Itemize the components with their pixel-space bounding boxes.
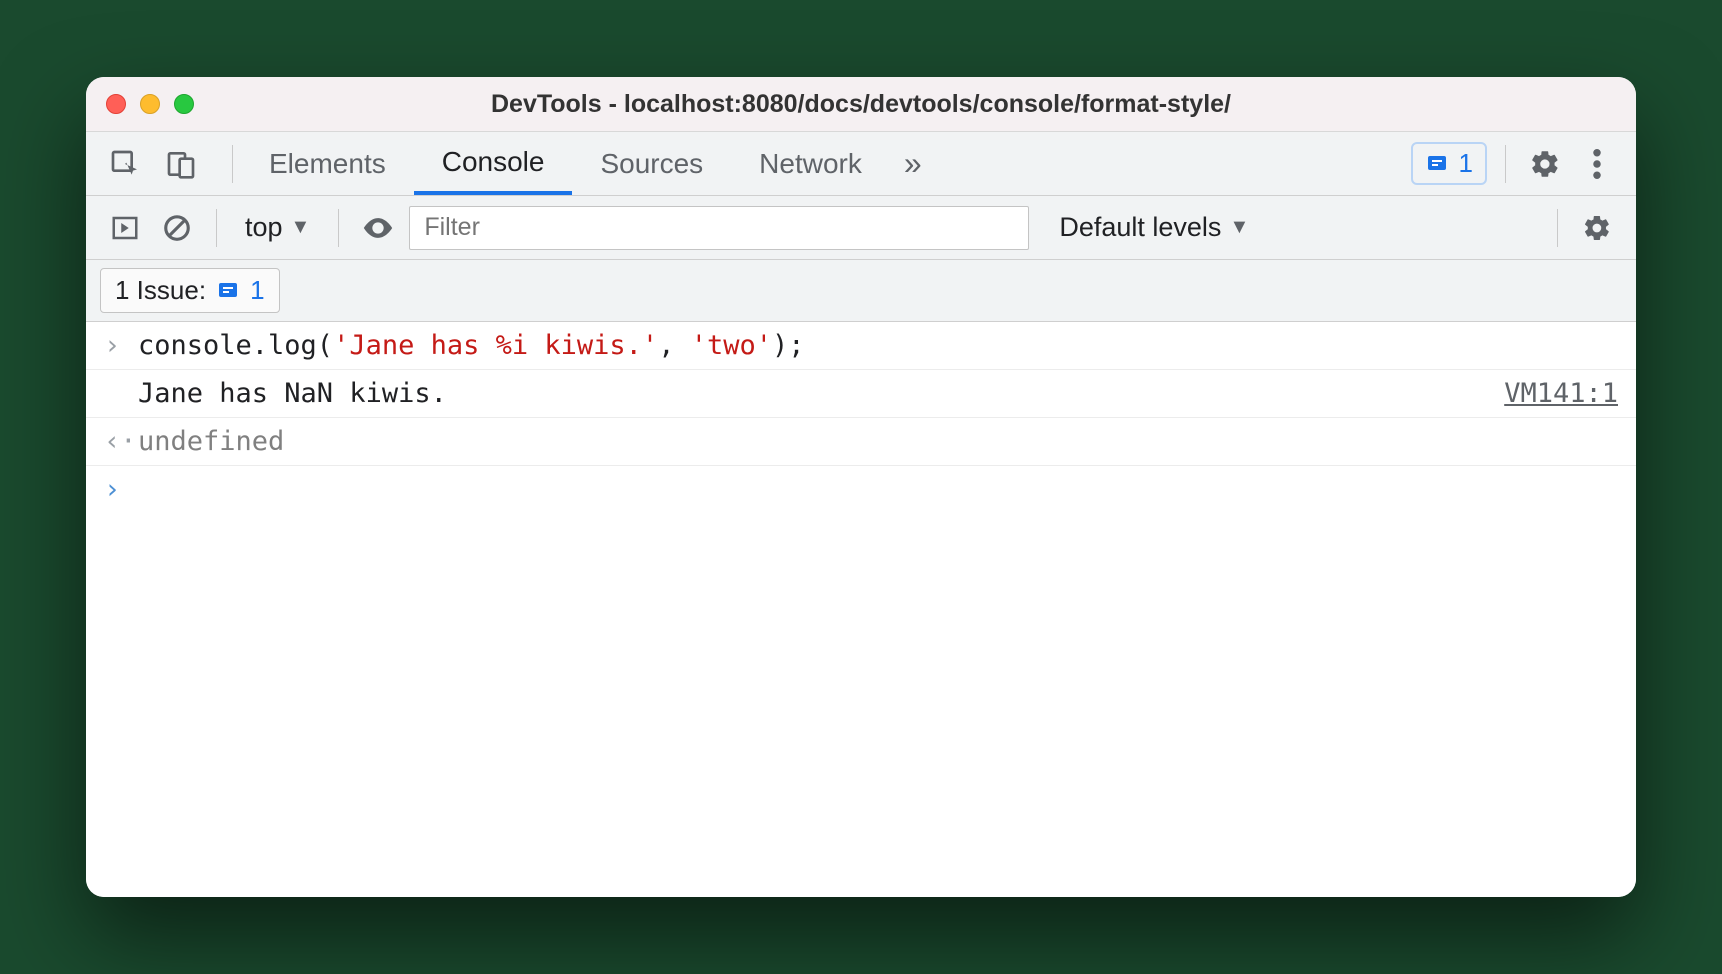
eye-icon	[361, 211, 395, 245]
clear-console-button[interactable]	[156, 207, 198, 249]
more-menu-button[interactable]	[1576, 143, 1618, 185]
separator	[232, 145, 233, 183]
chevron-double-right-icon: »	[904, 145, 922, 182]
live-expression-button[interactable]	[357, 207, 399, 249]
console-return-row: ‹· undefined	[86, 418, 1636, 466]
device-toolbar-icon[interactable]	[160, 143, 202, 185]
tab-sources[interactable]: Sources	[572, 132, 731, 195]
separator	[216, 209, 217, 247]
window-title: DevTools - localhost:8080/docs/devtools/…	[86, 90, 1636, 119]
main-tabbar: Elements Console Sources Network » 1	[86, 132, 1636, 196]
toggle-sidebar-button[interactable]	[104, 207, 146, 249]
input-chevron-icon: ›	[104, 330, 138, 361]
tab-elements[interactable]: Elements	[241, 132, 414, 195]
prompt-chevron-icon: ›	[104, 474, 138, 505]
console-prompt-input[interactable]	[138, 474, 1618, 505]
log-levels-select[interactable]: Default levels ▼	[1059, 212, 1249, 243]
console-settings-button[interactable]	[1576, 207, 1618, 249]
inspect-element-icon[interactable]	[104, 143, 146, 185]
console-toolbar: top ▼ Default levels ▼	[86, 196, 1636, 260]
issues-chip[interactable]: 1 Issue: 1	[100, 268, 280, 313]
tabs-overflow-button[interactable]: »	[890, 132, 936, 195]
issues-chip-count: 1	[250, 275, 264, 306]
settings-button[interactable]	[1524, 143, 1566, 185]
separator	[1557, 209, 1558, 247]
gear-icon	[1582, 213, 1612, 243]
separator	[1505, 145, 1506, 183]
log-gutter	[104, 378, 138, 409]
console-log-row: Jane has NaN kiwis. VM141:1	[86, 370, 1636, 418]
execution-context-select[interactable]: top ▼	[235, 212, 320, 243]
titlebar: DevTools - localhost:8080/docs/devtools/…	[86, 77, 1636, 132]
issues-icon	[216, 279, 240, 303]
chevron-down-icon: ▼	[1229, 216, 1249, 239]
console-prompt-row[interactable]: ›	[86, 466, 1636, 513]
gear-icon	[1529, 148, 1561, 180]
inspect-tools	[104, 132, 224, 195]
levels-label: Default levels	[1059, 212, 1221, 243]
console-output: › console.log('Jane has %i kiwis.', 'two…	[86, 322, 1636, 897]
kebab-icon	[1593, 149, 1601, 179]
issues-chip-label: 1 Issue:	[115, 275, 206, 306]
devtools-window: DevTools - localhost:8080/docs/devtools/…	[86, 77, 1636, 897]
sidebar-icon	[110, 213, 140, 243]
console-log-text: Jane has NaN kiwis.	[138, 378, 1504, 409]
issues-count: 1	[1459, 148, 1473, 179]
tab-network[interactable]: Network	[731, 132, 890, 195]
filter-input[interactable]	[409, 206, 1029, 250]
clear-icon	[162, 213, 192, 243]
tabs: Elements Console Sources Network	[241, 132, 890, 195]
issues-indicator[interactable]: 1	[1411, 142, 1487, 185]
tab-console[interactable]: Console	[414, 132, 573, 195]
issues-bar: 1 Issue: 1	[86, 260, 1636, 322]
console-input-row: › console.log('Jane has %i kiwis.', 'two…	[86, 322, 1636, 370]
tabbar-right: 1	[1401, 132, 1618, 195]
console-source-link[interactable]: VM141:1	[1504, 378, 1618, 409]
separator	[338, 209, 339, 247]
issues-icon	[1425, 152, 1449, 176]
chevron-down-icon: ▼	[291, 216, 311, 239]
console-input-text: console.log('Jane has %i kiwis.', 'two')…	[138, 330, 1618, 361]
console-return-value: undefined	[138, 426, 1618, 457]
context-label: top	[245, 212, 283, 243]
return-chevron-icon: ‹·	[104, 426, 138, 457]
